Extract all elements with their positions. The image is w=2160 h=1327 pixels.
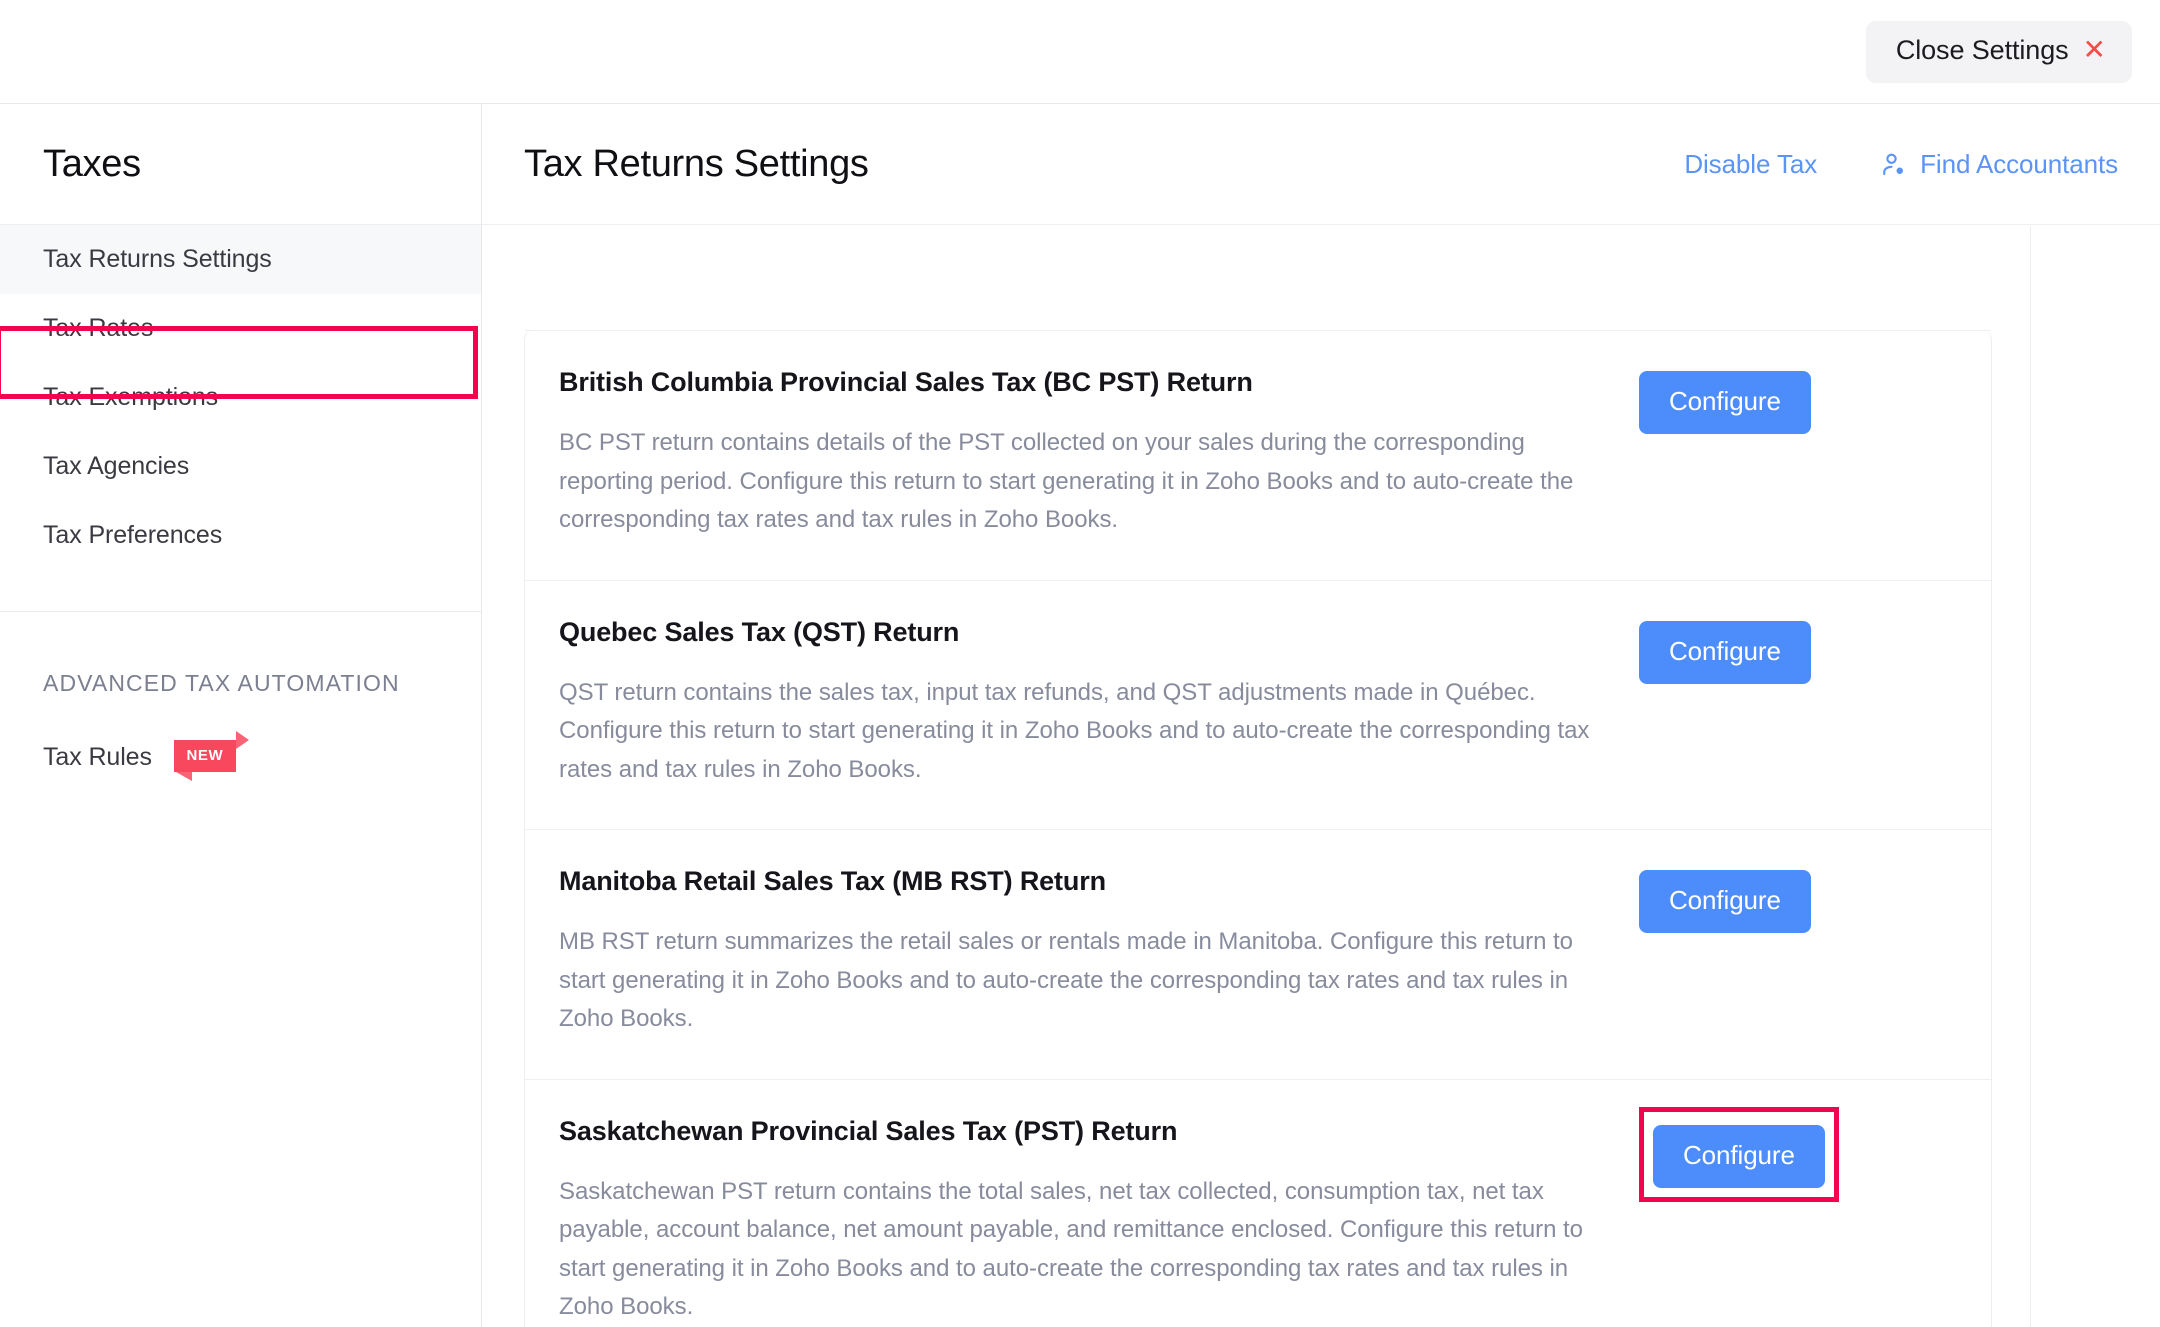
top-bar: Close Settings ✕	[0, 0, 2160, 103]
find-accountants-link[interactable]: Find Accountants	[1879, 149, 2118, 180]
configure-button-wrapper: Configure	[1639, 866, 1811, 933]
sidebar-section-label: ADVANCED TAX AUTOMATION	[43, 670, 400, 696]
sidebar-item-tax-returns-settings[interactable]: Tax Returns Settings	[0, 225, 481, 294]
tax-return-description: Saskatchewan PST return contains the tot…	[559, 1177, 1583, 1321]
content-scroll-area[interactable]: British Columbia Provincial Sales Tax (B…	[482, 226, 2160, 1327]
header-actions: Disable Tax Find Accountants	[1684, 149, 2118, 180]
sidebar-item-tax-rates[interactable]: Tax Rates	[0, 294, 481, 363]
tax-return-title: Quebec Sales Tax (QST) Return	[559, 616, 960, 647]
configure-button[interactable]: Configure	[1639, 371, 1811, 434]
configure-button[interactable]: Configure	[1653, 1124, 1825, 1188]
configure-button[interactable]: Configure	[1639, 620, 1811, 684]
configure-button-wrapper-highlighted: Configure	[1639, 1106, 1839, 1202]
sidebar-item-tax-rules[interactable]: Tax Rules NEW	[0, 723, 481, 792]
settings-sidebar: Taxes Tax Returns Settings Tax Rates Tax…	[0, 103, 482, 1327]
tax-return-title: Manitoba Retail Sales Tax (MB RST) Retur…	[559, 866, 1106, 896]
new-badge: NEW	[173, 730, 249, 781]
close-x-icon: ✕	[2082, 33, 2106, 65]
sidebar-item-label: Tax Exemptions	[43, 383, 219, 411]
tax-return-row: Quebec Sales Tax (QST) Return QST return…	[525, 579, 1991, 830]
tax-return-row: British Columbia Provincial Sales Tax (B…	[525, 330, 1991, 580]
tax-return-description: MB RST return summarizes the retail sale…	[559, 928, 1573, 1032]
configure-button-wrapper: Configure	[1639, 617, 1811, 684]
configure-button-wrapper: Configure	[1639, 367, 1811, 434]
tax-return-title: British Columbia Provincial Sales Tax (B…	[559, 367, 1253, 397]
tax-return-description: BC PST return contains details of the PS…	[559, 429, 1574, 533]
tax-return-description: QST return contains the sales tax, input…	[559, 678, 1590, 783]
sidebar-nav: Tax Returns Settings Tax Rates Tax Exemp…	[0, 225, 481, 570]
content-panel: Tax Returns Settings Disable Tax Find Ac…	[482, 103, 2160, 1327]
person-add-icon	[1879, 150, 1909, 180]
close-settings-label: Close Settings	[1895, 35, 2069, 65]
disable-tax-label: Disable Tax	[1684, 148, 1818, 179]
sidebar-item-label: Tax Rules	[43, 743, 152, 771]
page-title: Tax Returns Settings	[524, 142, 869, 185]
sidebar-item-label: Tax Preferences	[43, 521, 223, 549]
tax-return-title: Saskatchewan Provincial Sales Tax (PST) …	[559, 1115, 1178, 1146]
workspace: Taxes Tax Returns Settings Tax Rates Tax…	[0, 103, 2160, 1327]
sidebar-item-label: Tax Agencies	[43, 452, 190, 480]
vertical-scrollbar[interactable]	[2030, 226, 2031, 1327]
find-accountants-label: Find Accountants	[1920, 148, 2118, 179]
content-header: Tax Returns Settings Disable Tax Find Ac…	[482, 104, 2160, 225]
tax-return-row: Saskatchewan Provincial Sales Tax (PST) …	[525, 1078, 1991, 1327]
tax-return-row: Manitoba Retail Sales Tax (MB RST) Retur…	[525, 829, 1991, 1079]
sidebar-item-tax-agencies[interactable]: Tax Agencies	[0, 432, 481, 501]
sidebar-header: Taxes	[0, 104, 481, 225]
sidebar-item-tax-preferences[interactable]: Tax Preferences	[0, 501, 481, 570]
tax-returns-card: British Columbia Provincial Sales Tax (B…	[524, 330, 1992, 1327]
close-settings-button[interactable]: Close Settings ✕	[1865, 20, 2132, 83]
sidebar-item-tax-exemptions[interactable]: Tax Exemptions	[0, 363, 481, 432]
sidebar-title: Taxes	[43, 142, 141, 185]
disable-tax-link[interactable]: Disable Tax	[1684, 149, 1817, 180]
sidebar-item-label: Tax Rates	[43, 314, 154, 342]
configure-button[interactable]: Configure	[1639, 870, 1811, 933]
sidebar-item-label: Tax Returns Settings	[43, 245, 272, 273]
